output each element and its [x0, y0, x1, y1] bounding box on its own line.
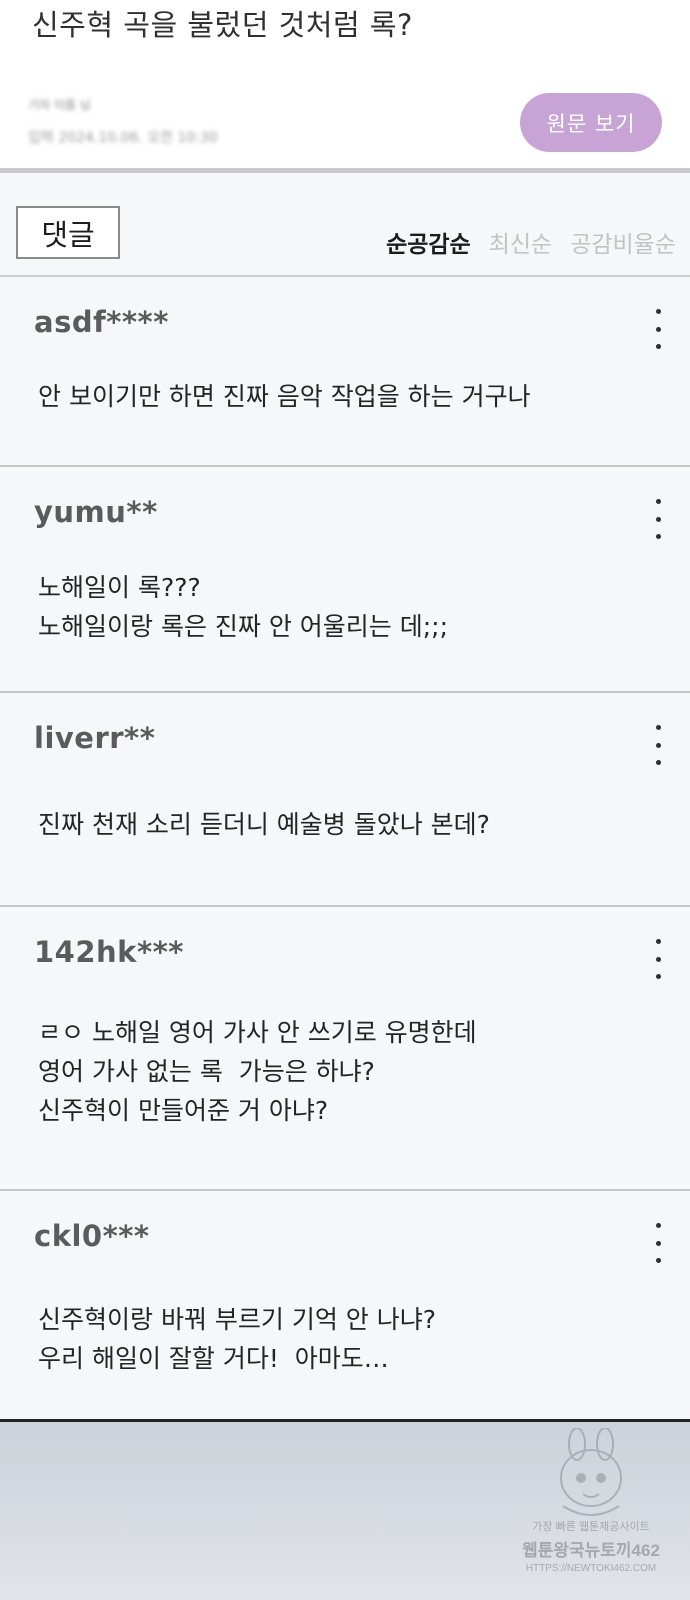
comment-text-line: 진짜 천재 소리 듣더니 예술병 돌았나 본데?	[38, 810, 490, 839]
comment-item: liverr** 진짜 천재 소리 듣더니 예술병 돌았나 본데?	[0, 693, 690, 905]
comment-body: 진짜 천재 소리 듣더니 예술병 돌았나 본데?	[38, 805, 490, 844]
comment-text-line: 영어 가사 없는 록 가능은 하냐?	[38, 1057, 375, 1086]
watermark-brand: 웹툰왕국뉴토끼462	[522, 1541, 660, 1560]
comment-text-line: ㄹㅇ 노해일 영어 가사 안 쓰기로 유명한데	[38, 1018, 477, 1047]
comment-body: 안 보이기만 하면 진짜 음악 작업을 하는 거구나	[38, 377, 531, 416]
comment-text-line: 신주혁이 만들어준 거 아냐?	[38, 1096, 329, 1125]
site-watermark: 가장 빠른 웹툰제공사이트 웹툰왕국뉴토끼462 HTTPS://NEWTOKI…	[521, 1418, 661, 1588]
sort-tab-likes[interactable]: 순공감순	[386, 225, 471, 259]
comment-body: 신주혁이랑 바꿔 부르기 기억 안 나냐? 우리 해일이 잘할 거다! 아마도…	[38, 1300, 436, 1378]
comments-toolbar: 댓글 순공감순 최신순 공감비율순	[0, 173, 690, 277]
more-options-icon[interactable]	[646, 499, 670, 539]
more-options-icon[interactable]	[646, 1223, 670, 1263]
comment-item: 142hk*** ㄹㅇ 노해일 영어 가사 안 쓰기로 유명한데 영어 가사 없…	[0, 907, 690, 1189]
comment-username: 142hk***	[34, 935, 184, 969]
comment-username: asdf****	[34, 305, 169, 339]
comment-item: yumu** 노해일이 록??? 노해일이랑 록은 진짜 안 어울리는 데;;;	[0, 467, 690, 691]
view-original-button[interactable]: 원문 보기	[520, 93, 662, 152]
more-options-icon[interactable]	[646, 309, 670, 349]
comment-body: ㄹㅇ 노해일 영어 가사 안 쓰기로 유명한데 영어 가사 없는 록 가능은 하…	[38, 1013, 477, 1130]
more-options-icon[interactable]	[646, 939, 670, 979]
comment-text-line: 우리 해일이 잘할 거다! 아마도…	[38, 1344, 389, 1373]
comment-item: ckl0*** 신주혁이랑 바꿔 부르기 기억 안 나냐? 우리 해일이 잘할 …	[0, 1191, 690, 1419]
reporter-name: 기자 이름 님	[28, 98, 91, 112]
sort-tab-like-ratio[interactable]: 공감비율순	[570, 225, 676, 259]
comment-username: liverr**	[34, 721, 156, 755]
more-options-icon[interactable]	[646, 725, 670, 765]
sort-tab-newest[interactable]: 최신순	[489, 225, 552, 259]
sort-tabs: 순공감순 최신순 공감비율순	[386, 225, 676, 259]
article-byline: 기자 이름 님 입력 2024.10.06. 오전 10:30	[28, 96, 218, 147]
comment-text-line: 노해일이 록???	[38, 573, 201, 602]
comment-username: yumu**	[34, 495, 158, 529]
comment-text-line: 신주혁이랑 바꿔 부르기 기억 안 나냐?	[38, 1305, 437, 1334]
article-header: 신주혁 곡을 불렀던 것처럼 록? 기자 이름 님 입력 2024.10.06.…	[0, 0, 690, 170]
comment-text-line: 안 보이기만 하면 진짜 음악 작업을 하는 거구나	[38, 382, 531, 411]
comment-body: 노해일이 록??? 노해일이랑 록은 진짜 안 어울리는 데;;;	[38, 568, 448, 646]
comments-title: 댓글	[16, 206, 120, 259]
watermark-url: HTTPS://NEWTOKI462.COM	[525, 1563, 657, 1574]
watermark-tagline: 가장 빠른 웹툰제공사이트	[532, 1521, 650, 1533]
mascot-icon	[560, 1428, 622, 1516]
comment-item: asdf**** 안 보이기만 하면 진짜 음악 작업을 하는 거구나	[0, 277, 690, 465]
article-headline: 신주혁 곡을 불렀던 것처럼 록?	[32, 8, 413, 42]
comment-username: ckl0***	[34, 1219, 150, 1253]
comment-text-line: 노해일이랑 록은 진짜 안 어울리는 데;;;	[38, 612, 449, 641]
publish-date: 입력 2024.10.06. 오전 10:30	[28, 130, 218, 146]
